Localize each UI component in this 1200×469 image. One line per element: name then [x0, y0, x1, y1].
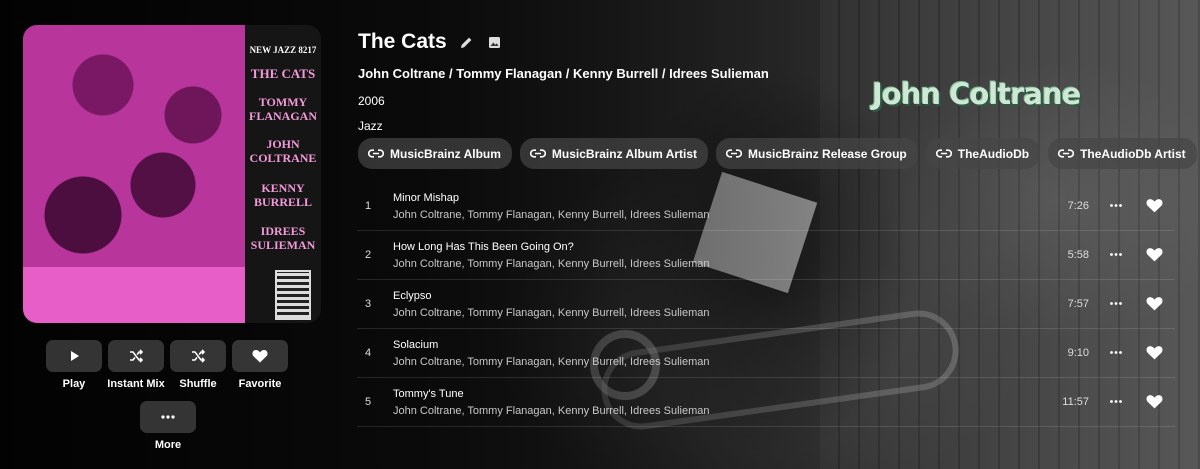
track-title[interactable]: Solacium — [393, 339, 438, 351]
track-title[interactable]: Minor Mishap — [393, 192, 459, 204]
link-label: MusicBrainz Release Group — [748, 146, 907, 161]
favorite-button[interactable] — [232, 340, 288, 372]
cover-line: IDREES — [260, 224, 306, 238]
link-theaudiodb-artist[interactable]: TheAudioDb Artist — [1048, 138, 1197, 169]
shuffle-icon — [130, 349, 143, 363]
favorite-action: Favorite — [232, 340, 288, 390]
track-duration: 7:57 — [1067, 298, 1089, 310]
track-artists[interactable]: John Coltrane, Tommy Flanagan, Kenny Bur… — [393, 258, 710, 270]
track-title[interactable]: How Long Has This Been Going On? — [393, 241, 574, 253]
track-row[interactable]: 3 Eclypso John Coltrane, Tommy Flanagan,… — [357, 280, 1175, 329]
play-action: Play — [46, 340, 102, 390]
heart-icon[interactable] — [1145, 294, 1163, 312]
track-list: 1 Minor Mishap John Coltrane, Tommy Flan… — [357, 182, 1175, 427]
heart-icon — [252, 350, 268, 363]
link-label: TheAudioDb — [957, 146, 1030, 161]
play-icon — [71, 351, 79, 361]
link-label: MusicBrainz Album Artist — [551, 146, 698, 161]
shuffle-action: Shuffle — [170, 340, 226, 390]
link-theaudiodb[interactable]: TheAudioDb — [925, 138, 1041, 169]
edit-image-icon[interactable] — [487, 34, 503, 50]
edit-icon[interactable] — [459, 34, 475, 50]
cover-line: COLTRANE — [249, 151, 317, 165]
cover-line: SULIEMAN — [250, 238, 316, 252]
shuffle-icon — [192, 349, 205, 363]
track-artists[interactable]: John Coltrane, Tommy Flanagan, Kenny Bur… — [393, 209, 710, 221]
track-title[interactable]: Tommy's Tune — [393, 388, 464, 400]
heart-icon[interactable] — [1145, 343, 1163, 361]
link-icon — [1058, 149, 1075, 158]
instant-mix-button[interactable] — [108, 340, 164, 372]
track-artists[interactable]: John Coltrane, Tommy Flanagan, Kenny Bur… — [393, 307, 710, 319]
link-icon — [368, 149, 384, 158]
track-artists[interactable]: John Coltrane, Tommy Flanagan, Kenny Bur… — [393, 405, 710, 417]
cover-line: FLANAGAN — [249, 109, 317, 123]
heart-icon[interactable] — [1145, 196, 1163, 214]
cover-photo — [23, 25, 245, 267]
more-label: More — [154, 439, 182, 451]
track-number: 1 — [365, 200, 372, 212]
track-artists[interactable]: John Coltrane, Tommy Flanagan, Kenny Bur… — [393, 356, 710, 368]
track-row[interactable]: 1 Minor Mishap John Coltrane, Tommy Flan… — [357, 182, 1175, 231]
cover-catalog: NEW JAZZ 8217 — [249, 45, 317, 55]
track-number: 3 — [365, 298, 372, 310]
more-button[interactable] — [140, 401, 196, 433]
cover-line: THE CATS — [250, 66, 316, 81]
link-musicbrainz-release-group[interactable]: MusicBrainz Release Group — [716, 138, 918, 169]
cover-line: BURRELL — [253, 195, 312, 209]
album-title-row: The Cats — [358, 30, 503, 54]
track-duration: 9:10 — [1067, 347, 1089, 359]
album-genre[interactable]: Jazz — [358, 119, 383, 133]
link-icon — [935, 149, 952, 158]
link-label: TheAudioDb Artist — [1080, 146, 1186, 161]
album-title: The Cats — [358, 30, 447, 53]
link-label: MusicBrainz Album — [390, 146, 501, 161]
heart-icon[interactable] — [1145, 392, 1163, 410]
track-number: 5 — [365, 396, 372, 408]
external-links: MusicBrainz Album MusicBrainz Album Arti… — [358, 138, 1197, 169]
track-duration: 11:57 — [1062, 396, 1089, 408]
instant-mix-action: Instant Mix — [107, 340, 165, 390]
track-duration: 7:26 — [1067, 200, 1089, 212]
play-button[interactable] — [46, 340, 102, 372]
more-horizontal-icon[interactable] — [1107, 247, 1125, 261]
more-horizontal-icon — [161, 415, 175, 419]
more-action: More — [140, 401, 196, 451]
artist-logo: John Coltrane — [872, 77, 1081, 111]
heart-icon[interactable] — [1145, 245, 1163, 263]
cover-line: TOMMY — [258, 95, 308, 109]
cover-line: KENNY — [261, 181, 305, 195]
track-number: 4 — [365, 347, 372, 359]
cover-line: JOHN — [266, 137, 300, 151]
track-duration: 5:58 — [1067, 249, 1089, 261]
favorite-label: Favorite — [238, 378, 282, 390]
link-icon — [726, 149, 743, 158]
link-musicbrainz-album[interactable]: MusicBrainz Album — [358, 138, 512, 169]
shuffle-button[interactable] — [170, 340, 226, 372]
cover-logo-stamp — [275, 270, 311, 320]
more-horizontal-icon[interactable] — [1107, 394, 1125, 408]
track-title[interactable]: Eclypso — [393, 290, 432, 302]
track-row[interactable]: 2 How Long Has This Been Going On? John … — [357, 231, 1175, 280]
track-number: 2 — [365, 249, 372, 261]
album-year: 2006 — [358, 94, 385, 108]
link-musicbrainz-album-artist[interactable]: MusicBrainz Album Artist — [519, 138, 709, 169]
cover-band — [23, 267, 245, 323]
more-horizontal-icon[interactable] — [1107, 198, 1125, 212]
track-row[interactable]: 4 Solacium John Coltrane, Tommy Flanagan… — [357, 329, 1175, 378]
more-horizontal-icon[interactable] — [1107, 345, 1125, 359]
track-row[interactable]: 5 Tommy's Tune John Coltrane, Tommy Flan… — [357, 378, 1175, 427]
album-cover: NEW JAZZ 8217 THE CATS TOMMY FLANAGAN JO… — [23, 25, 321, 323]
more-horizontal-icon[interactable] — [1107, 296, 1125, 310]
link-icon — [529, 149, 546, 158]
album-artists[interactable]: John Coltrane / Tommy Flanagan / Kenny B… — [358, 66, 769, 81]
